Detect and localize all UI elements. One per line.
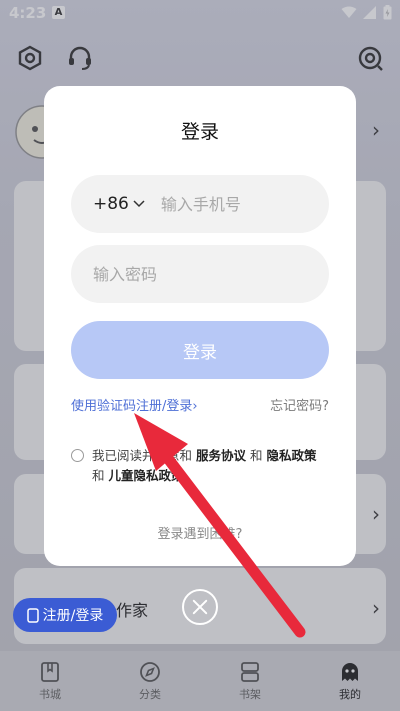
forgot-password-link[interactable]: 忘记密码? (270, 395, 329, 414)
country-code: +86 (93, 194, 129, 214)
chevron-right-icon: › (192, 399, 198, 414)
agreement-prefix: 我已阅读并同意 (92, 448, 180, 463)
login-button[interactable]: 登录 (71, 321, 329, 379)
agreement-row: 我已阅读并同意和 服务协议 和 隐私政策 和 儿童隐私政策 (71, 446, 331, 486)
agreement-and-3: 和 (92, 468, 105, 483)
password-input[interactable] (93, 264, 293, 284)
password-field (71, 245, 329, 303)
modal-title: 登录 (180, 121, 219, 143)
child-privacy-link[interactable]: 儿童隐私政策 (109, 468, 184, 483)
register-login-pill[interactable]: 注册/登录 (13, 598, 117, 632)
sms-login-link-label: 使用验证码注册/登录 (71, 399, 193, 414)
chevron-down-icon (133, 200, 145, 208)
country-code-selector[interactable]: +86 (93, 194, 145, 214)
privacy-policy-link[interactable]: 隐私政策 (267, 448, 317, 463)
sms-login-link[interactable]: 使用验证码注册/登录› (71, 395, 198, 414)
agreement-and-1: 和 (179, 448, 193, 463)
login-trouble-link[interactable]: 登录遇到困难? (44, 523, 356, 542)
close-icon[interactable] (182, 589, 218, 625)
agreement-checkbox[interactable] (71, 449, 84, 462)
agreement-text: 我已阅读并同意和 服务协议 和 隐私政策 和 儿童隐私政策 (92, 446, 331, 486)
login-modal: 登录 +86 登录 使用验证码注册/登录› 忘记密码? 我已阅读并同意和 服务协… (44, 86, 356, 566)
phone-input[interactable] (160, 194, 301, 214)
phone-icon (26, 607, 39, 623)
register-login-pill-label: 注册/登录 (42, 608, 104, 624)
phone-field: +86 (71, 175, 329, 233)
agreement-and-2: 和 (250, 448, 263, 463)
service-agreement-link[interactable]: 服务协议 (196, 448, 246, 463)
